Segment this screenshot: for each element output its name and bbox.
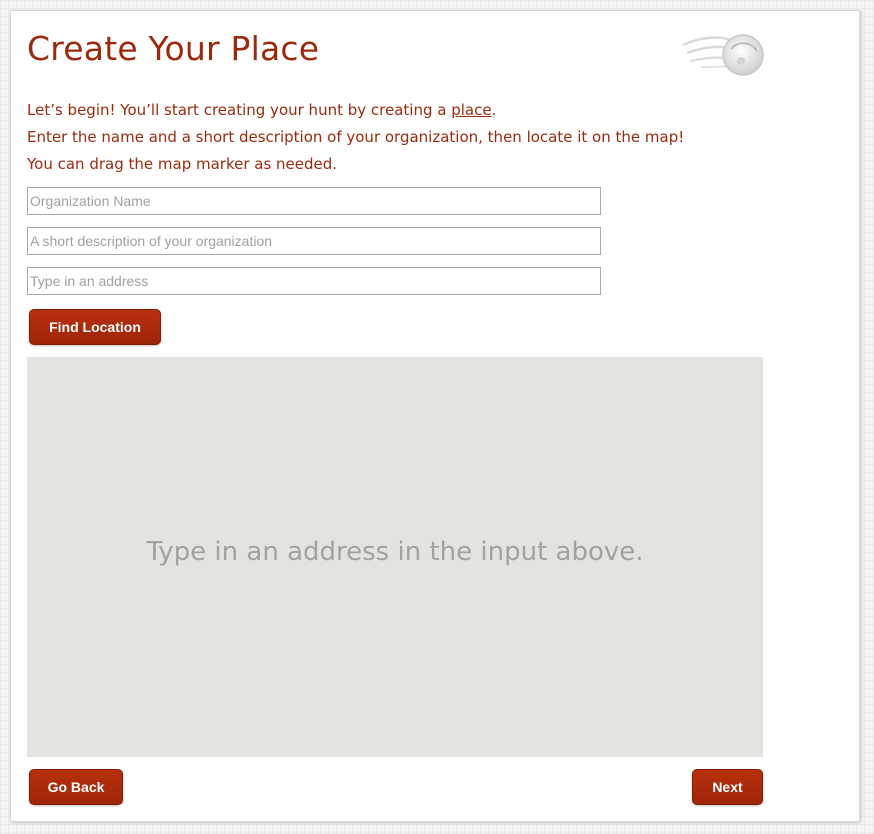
intro-line-1: Let’s begin! You’ll start creating your … [27,97,827,124]
map-placeholder-message: Type in an address in the input above. [146,537,644,567]
place-link[interactable]: place [451,101,491,119]
map-area[interactable]: Type in an address in the input above. [27,357,763,757]
organization-description-input[interactable] [27,227,601,255]
organization-name-input[interactable] [27,187,601,215]
next-button[interactable]: Next [692,769,763,805]
page-title: Create Your Place [27,29,320,68]
create-place-panel: Create Your Place Let’s begin! You’ll st… [10,10,860,822]
intro-line-3: You can drag the map marker as needed. [27,155,338,173]
flame-orb-logo-icon [681,27,767,79]
intro-line-1-suffix: . [491,101,497,119]
intro-line-1-prefix: Let’s begin! You’ll start creating your … [27,101,452,119]
find-location-button[interactable]: Find Location [29,309,161,345]
address-input[interactable] [27,267,601,295]
intro-text: Let’s begin! You’ll start creating your … [27,97,827,178]
go-back-button[interactable]: Go Back [29,769,123,805]
intro-line-2: Enter the name and a short description o… [27,128,685,146]
